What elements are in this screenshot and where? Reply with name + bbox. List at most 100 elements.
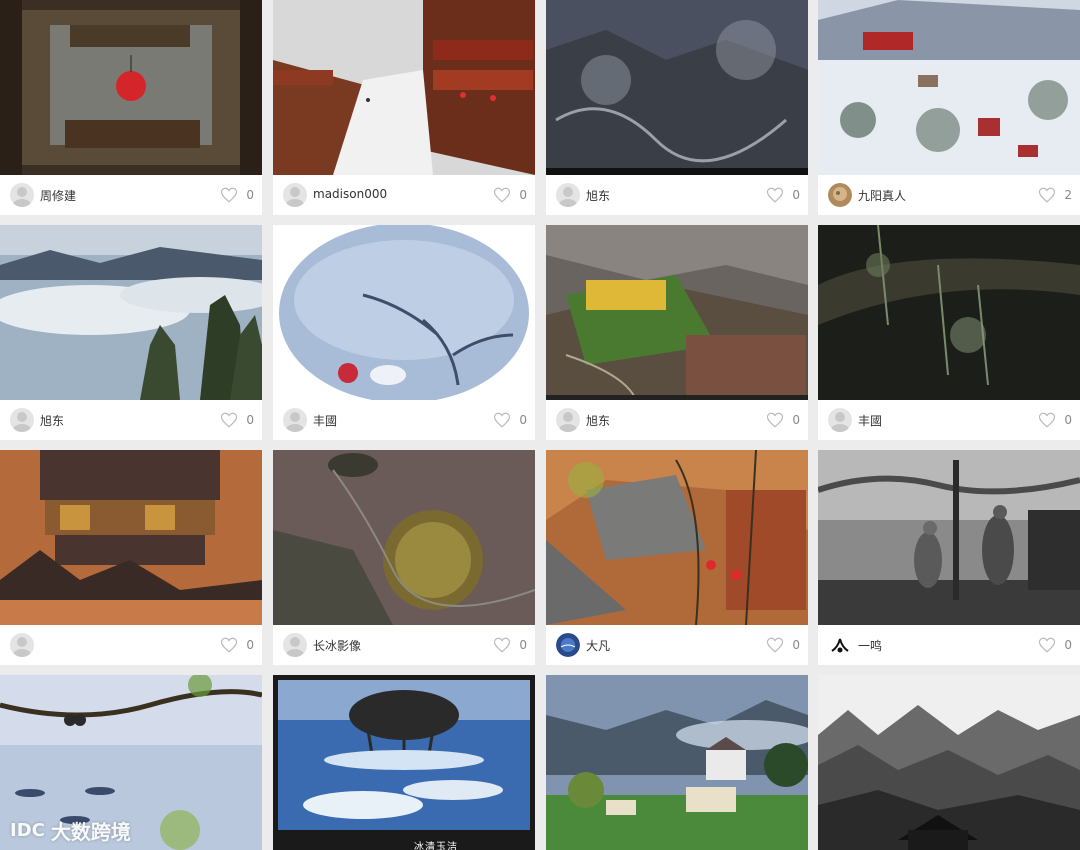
like-button[interactable]: 0: [766, 185, 800, 205]
like-button[interactable]: 0: [1038, 635, 1072, 655]
card-footer: 0: [0, 625, 262, 665]
card-footer: 长冰影像 0: [273, 625, 535, 665]
author-name[interactable]: 一鸣: [858, 637, 882, 654]
like-count: 2: [1064, 188, 1072, 202]
avatar[interactable]: [556, 633, 580, 657]
card-footer: madison000 0: [273, 175, 535, 215]
avatar[interactable]: [828, 183, 852, 207]
photo-thumbnail[interactable]: [546, 225, 808, 400]
author-name[interactable]: 丰國: [313, 412, 337, 429]
author-name[interactable]: 长冰影像: [313, 637, 361, 654]
like-count: 0: [246, 413, 254, 427]
avatar[interactable]: [828, 633, 852, 657]
photo-thumbnail[interactable]: [273, 450, 535, 625]
avatar[interactable]: [10, 633, 34, 657]
photo-card[interactable]: madison000 0: [273, 0, 535, 215]
card-footer: 周修建 0: [0, 175, 262, 215]
photo-thumbnail[interactable]: [273, 225, 535, 400]
card-footer: 旭东 0: [546, 400, 808, 440]
author-name[interactable]: 大凡: [586, 637, 610, 654]
photo-thumbnail[interactable]: [818, 225, 1080, 400]
photo-card[interactable]: 九阳真人 2: [818, 0, 1080, 215]
like-count: 0: [246, 188, 254, 202]
card-footer: 旭东 0: [546, 175, 808, 215]
avatar[interactable]: [556, 183, 580, 207]
author-name[interactable]: 旭东: [586, 187, 610, 204]
photo-grid: 周修建 0 madison000 0 旭东 0 九阳真人 2 旭东 0 丰國 0…: [0, 0, 1080, 850]
like-count: 0: [246, 638, 254, 652]
author-name[interactable]: 旭东: [586, 412, 610, 429]
photo-thumbnail[interactable]: [273, 0, 535, 175]
card-footer: 旭东 0: [0, 400, 262, 440]
photo-card[interactable]: [818, 675, 1080, 850]
author-name[interactable]: 周修建: [40, 187, 76, 204]
photo-card[interactable]: 丰國 0: [273, 225, 535, 440]
like-button[interactable]: 0: [493, 635, 527, 655]
like-count: 0: [1064, 413, 1072, 427]
avatar[interactable]: [828, 408, 852, 432]
card-footer: 丰國 0: [818, 400, 1080, 440]
photo-card[interactable]: 大凡 0: [546, 450, 808, 665]
photo-thumbnail[interactable]: [546, 450, 808, 625]
like-count: 0: [519, 188, 527, 202]
author-name[interactable]: 九阳真人: [858, 187, 906, 204]
card-footer: 丰國 0: [273, 400, 535, 440]
avatar[interactable]: [283, 183, 307, 207]
heart-icon: [767, 637, 784, 653]
photo-card[interactable]: 旭东 0: [546, 225, 808, 440]
photo-thumbnail[interactable]: [546, 675, 808, 850]
heart-icon: [494, 187, 511, 203]
like-count: 0: [792, 413, 800, 427]
card-footer: 一鸣 0: [818, 625, 1080, 665]
like-count: 0: [792, 638, 800, 652]
heart-icon: [494, 637, 511, 653]
author-name[interactable]: 旭东: [40, 412, 64, 429]
like-button[interactable]: 2: [1038, 185, 1072, 205]
photo-card[interactable]: 长冰影像 0: [273, 450, 535, 665]
like-button[interactable]: 0: [493, 185, 527, 205]
watermark: IDC 大数跨境: [10, 816, 131, 845]
author-name[interactable]: madison000: [313, 187, 387, 201]
heart-icon: [1039, 637, 1056, 653]
like-button[interactable]: 0: [220, 635, 254, 655]
photo-thumbnail[interactable]: [546, 0, 808, 175]
heart-icon: [767, 412, 784, 428]
watermark-logo: IDC: [10, 820, 45, 841]
photo-card[interactable]: 周修建 0: [0, 0, 262, 215]
heart-icon: [221, 412, 238, 428]
like-button[interactable]: 0: [220, 410, 254, 430]
photo-thumbnail[interactable]: [818, 675, 1080, 850]
photo-card[interactable]: 旭东 0: [546, 0, 808, 215]
heart-icon: [1039, 412, 1056, 428]
photo-thumbnail[interactable]: [0, 450, 262, 625]
like-button[interactable]: 0: [766, 410, 800, 430]
like-button[interactable]: 0: [493, 410, 527, 430]
photo-card[interactable]: 0: [0, 450, 262, 665]
photo-thumbnail[interactable]: [273, 675, 535, 850]
photo-card[interactable]: 旭东 0: [0, 225, 262, 440]
photo-card[interactable]: 丰國 0: [818, 225, 1080, 440]
heart-icon: [494, 412, 511, 428]
avatar[interactable]: [10, 408, 34, 432]
photo-card[interactable]: [546, 675, 808, 850]
photo-thumbnail[interactable]: [818, 450, 1080, 625]
avatar[interactable]: [283, 633, 307, 657]
card-footer: 大凡 0: [546, 625, 808, 665]
watermark-text: 大数跨境: [50, 820, 131, 844]
photo-thumbnail[interactable]: [0, 225, 262, 400]
author-name[interactable]: 丰國: [858, 412, 882, 429]
heart-icon: [221, 187, 238, 203]
photo-thumbnail[interactable]: [818, 0, 1080, 175]
heart-icon: [1039, 187, 1056, 203]
photo-card[interactable]: 冰清玉洁: [273, 675, 535, 850]
avatar[interactable]: [10, 183, 34, 207]
card-footer: 九阳真人 2: [818, 175, 1080, 215]
like-button[interactable]: 0: [220, 185, 254, 205]
like-count: 0: [792, 188, 800, 202]
like-button[interactable]: 0: [1038, 410, 1072, 430]
photo-thumbnail[interactable]: [0, 0, 262, 175]
avatar[interactable]: [556, 408, 580, 432]
photo-card[interactable]: 一鸣 0: [818, 450, 1080, 665]
avatar[interactable]: [283, 408, 307, 432]
like-button[interactable]: 0: [766, 635, 800, 655]
